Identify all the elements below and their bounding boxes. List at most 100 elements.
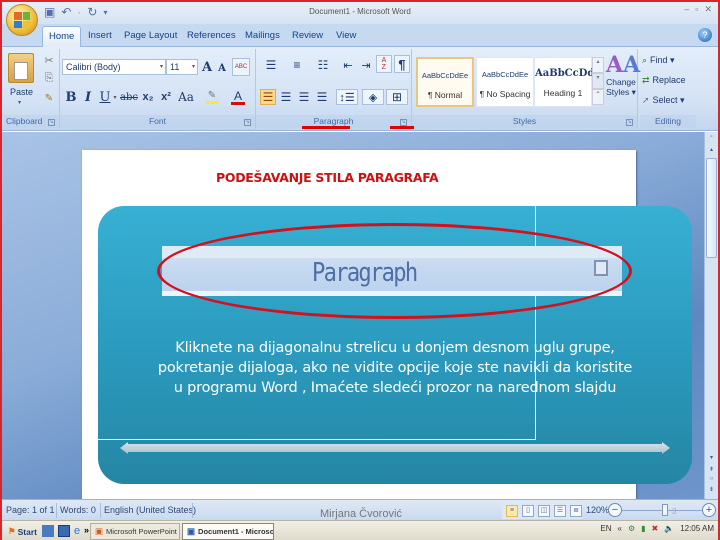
print-layout-view-icon[interactable]: ≡ [506,504,518,517]
ruler-toggle-icon[interactable]: ▫ [705,134,718,144]
start-button[interactable]: ⚑ Start [4,523,41,540]
superscript-button[interactable]: x² [158,89,174,105]
show-desktop-icon[interactable] [42,525,54,537]
sort-button[interactable]: AZ [376,55,392,73]
volume-icon[interactable]: 🔈 [664,524,674,533]
outline-view-icon[interactable]: ☰ [554,504,566,517]
line-spacing-button[interactable]: ↕☰ [336,89,358,105]
format-painter-icon[interactable]: ✎ [42,91,56,105]
maximize-button[interactable]: ▫ [695,4,698,15]
quick-launch: e [42,525,86,537]
replace-button[interactable]: ⇄ Replace [642,75,686,86]
clear-formatting-button[interactable]: ABC [232,58,250,76]
copy-icon[interactable]: ⎘ [42,71,56,85]
browse-object-icon[interactable]: ○ [705,476,718,486]
styles-more-button[interactable]: ⩡ [592,89,604,105]
office-button[interactable] [6,4,38,36]
shading-button[interactable]: ◈ [362,89,384,105]
highlight-button[interactable]: ✎ [204,89,220,105]
paste-icon[interactable] [8,53,34,83]
change-styles-button[interactable]: AA Change Styles ▾ [606,53,640,113]
bold-button[interactable]: B [64,89,78,105]
previous-page-icon[interactable]: ⇞ [705,466,718,476]
word-count[interactable]: Words: 0 [60,505,96,515]
tab-review[interactable]: Review [286,26,329,47]
security-icon[interactable]: ✖ [652,524,659,533]
numbering-button[interactable]: ≡ [286,57,308,73]
word-window: ▣ ↶ · ↻ ▾ Document1 - Microsoft Word – ▫… [0,0,720,540]
scroll-up-icon[interactable]: ▴ [705,146,718,156]
bullets-button[interactable]: ☰ [260,57,282,73]
shrink-font-button[interactable]: A [216,61,228,75]
scroll-thumb[interactable] [706,158,717,258]
font-color-button[interactable]: A [230,89,246,105]
styles-up-button[interactable]: ▴ [592,57,604,73]
font-size-combobox[interactable]: 11 ▾ [166,59,198,75]
tab-view[interactable]: View [330,26,362,47]
italic-button[interactable]: I [82,89,94,105]
window-switcher-icon[interactable] [58,525,70,537]
select-button[interactable]: ➚ Select ▾ [642,95,685,106]
increase-indent-button[interactable]: ⇥ [358,57,374,73]
page-count[interactable]: Page: 1 of 1 [6,505,55,515]
window-title: Document1 - Microsoft Word [309,7,411,16]
clock[interactable]: 12:05 AM [680,524,714,533]
styles-launcher-icon[interactable]: ↘ [626,119,633,126]
tab-mailings[interactable]: Mailings [239,26,286,47]
annotation-underline [302,126,350,129]
paste-dropdown-icon[interactable]: ▾ [18,99,21,106]
show-formatting-marks-button[interactable]: ¶ [394,55,410,73]
grow-font-button[interactable]: A [200,59,214,75]
taskbar-word[interactable]: ▣ Document1 - Microso... [182,523,274,540]
styles-down-button[interactable]: ▾ [592,73,604,89]
strikethrough-button[interactable]: abc [120,89,138,105]
minimize-button[interactable]: – [684,4,689,15]
title-bar: ▣ ↶ · ↻ ▾ Document1 - Microsoft Word – ▫… [2,2,718,24]
full-screen-reading-view-icon[interactable]: ▯ [522,504,534,517]
font-name-combobox[interactable]: Calibri (Body) ▾ [62,59,166,75]
tray-expand-icon[interactable]: « [617,524,621,533]
draft-view-icon[interactable]: ≣ [570,504,582,517]
scroll-down-icon[interactable]: ▾ [705,454,718,464]
language-indicator[interactable]: English (United States) [104,505,196,515]
web-layout-view-icon[interactable]: ◫ [538,504,550,517]
paragraph-dialog-launcher-icon[interactable]: ↘ [400,119,407,126]
tab-home[interactable]: Home [42,26,82,47]
style-no-spacing[interactable]: AaBbCcDdEe ¶ No Spacing [476,57,534,107]
zoom-level[interactable]: 120% [586,505,609,515]
battery-icon[interactable]: ▮ [641,524,645,533]
cut-icon[interactable]: ✂ [42,53,56,67]
vertical-scrollbar[interactable]: ▫ ▴ ▾ ⇞ ○ ⇟ [704,132,718,499]
find-button[interactable]: ⌕ Find ▾ [642,55,675,66]
font-launcher-icon[interactable]: ↘ [244,119,251,126]
slide-text-line: Kliknete na dijagonalnu strelicu u donje… [175,340,615,356]
decrease-indent-button[interactable]: ⇤ [340,57,356,73]
underline-dropdown-icon[interactable]: ▾ [112,91,118,103]
close-button[interactable]: ✕ [704,4,712,15]
underline-button[interactable]: U [98,89,112,105]
tab-insert[interactable]: Insert [82,26,118,47]
zoom-slider-thumb[interactable] [662,504,668,516]
subscript-button[interactable]: x₂ [140,89,156,105]
tab-page-layout[interactable]: Page Layout [118,26,183,47]
align-center-button[interactable]: ☰ [278,89,294,105]
align-right-button[interactable]: ☰ [296,89,312,105]
justify-button[interactable]: ☰ [314,89,330,105]
style-heading-1[interactable]: AaBbCcDd Heading 1 [534,57,594,107]
borders-button[interactable]: ⊞ [386,89,408,105]
input-language[interactable]: EN [600,524,611,533]
clipboard-launcher-icon[interactable]: ↘ [48,119,55,126]
taskbar-powerpoint[interactable]: ▣ Microsoft PowerPoint - [... [90,523,180,540]
multilevel-list-button[interactable]: ☷ [312,57,334,73]
change-case-button[interactable]: Aa [176,89,196,105]
align-left-button[interactable]: ☰ [260,89,276,105]
tab-references[interactable]: References [181,26,242,47]
next-page-icon[interactable]: ⇟ [705,486,718,496]
paste-button[interactable]: Paste [10,87,33,97]
network-icon[interactable]: ⚙ [628,524,635,533]
zoom-in-button[interactable]: + [702,503,716,517]
zoom-out-button[interactable]: − [608,503,622,517]
help-icon[interactable]: ? [698,28,712,42]
style-normal[interactable]: AaBbCcDdEe ¶ Normal [416,57,474,107]
quick-launch-overflow[interactable]: » [84,525,89,535]
